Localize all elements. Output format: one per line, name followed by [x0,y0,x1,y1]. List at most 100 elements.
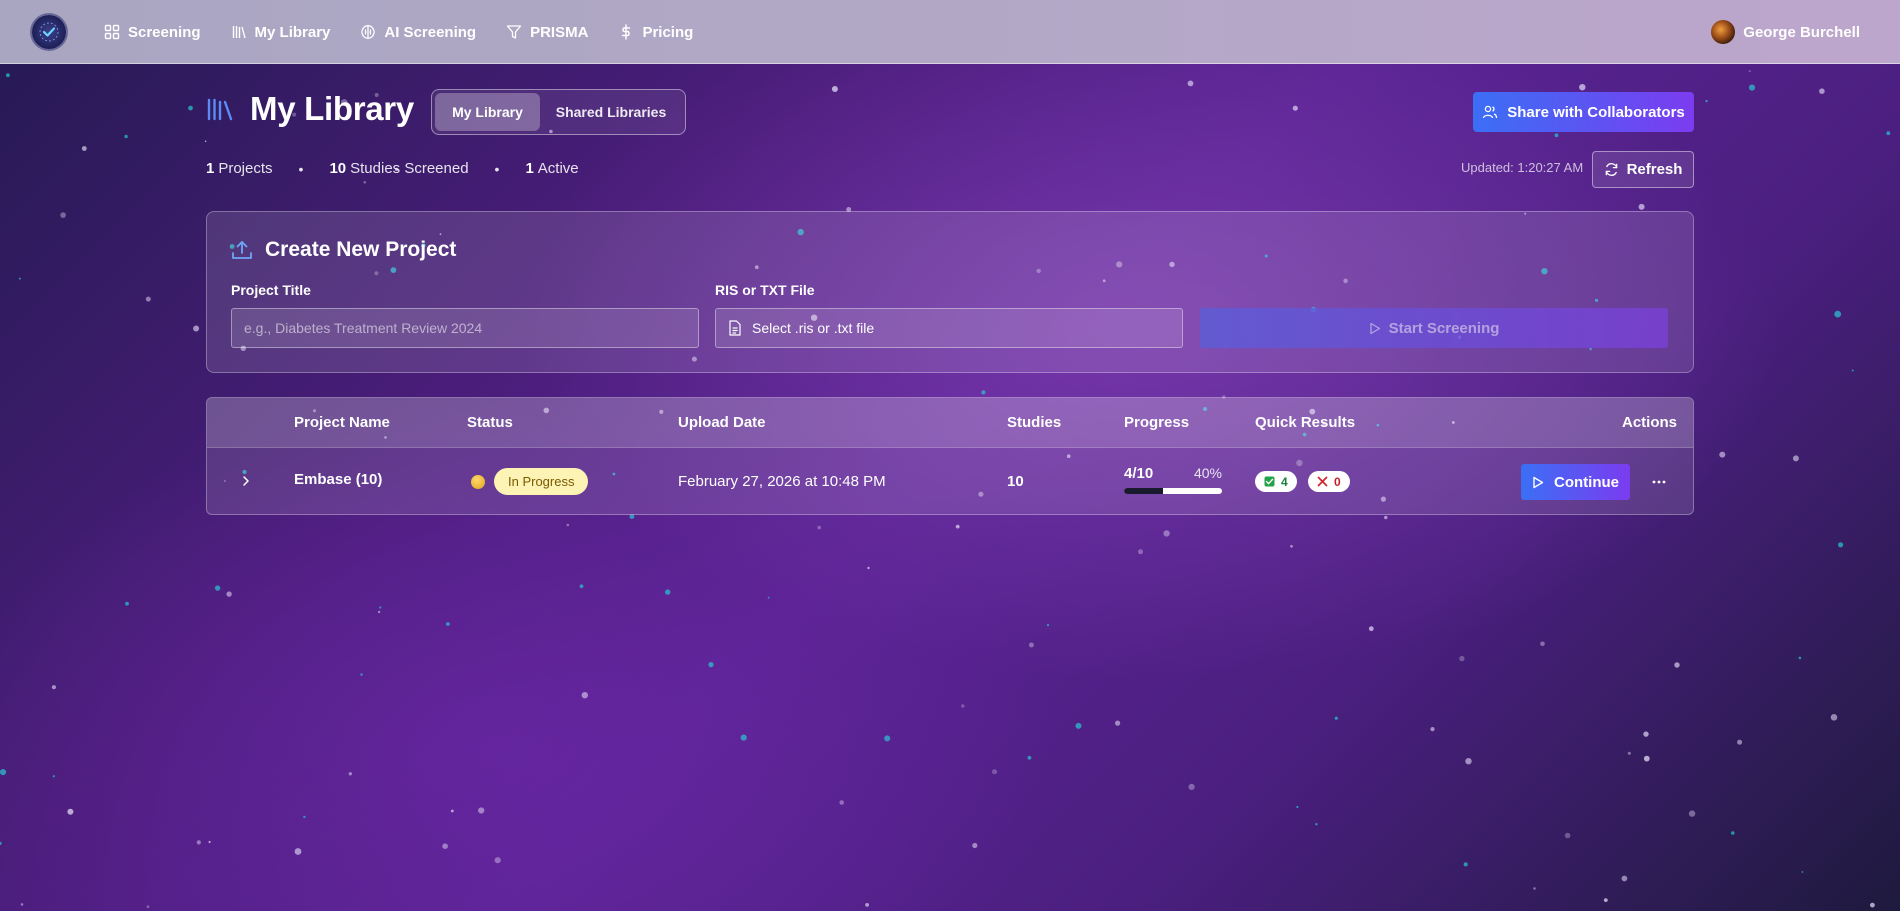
star [955,524,960,529]
status-dot-icon [471,475,485,489]
nav-item-prisma[interactable]: PRISMA [506,24,588,41]
star [740,734,747,741]
column-header: Project Name [294,414,390,431]
user-name: George Burchell [1743,23,1860,41]
star [1564,832,1571,839]
star [981,390,986,395]
star [1463,862,1468,867]
table-header: Project Name Status Upload Date Studies … [207,398,1693,448]
updated-timestamp: Updated: 1:20:27 AM [1461,160,1584,175]
star [494,857,501,864]
star [145,296,151,302]
star [1459,655,1465,662]
more-actions-button[interactable] [1645,468,1673,496]
projects-label: Projects [218,160,273,177]
nav-label: Pricing [642,23,694,41]
star [1792,455,1799,462]
star [1705,99,1708,103]
star [67,808,74,815]
star [566,523,570,527]
library-tabs: My Library Shared Libraries [431,89,686,135]
star [767,596,770,599]
included-count: 4 [1281,474,1288,489]
status-badge: In Progress [494,468,589,495]
nav-item-ai-screening[interactable]: AI Screening [360,24,476,41]
star [1046,624,1050,627]
star [581,692,588,699]
star [0,841,2,845]
star [18,277,21,280]
project-title-input[interactable]: e.g., Diabetes Treatment Review 2024 [231,308,699,348]
page-header: My Library [206,90,414,128]
refresh-label: Refresh [1626,161,1683,178]
logo-check-icon [39,22,59,42]
continue-button[interactable]: Continue [1521,464,1630,500]
active-label: Active [537,160,579,177]
star [294,848,302,855]
separator-dot: • [298,160,304,177]
star [1465,758,1472,765]
progress-fill [1124,488,1164,494]
progress-percent: 40% [1193,465,1222,481]
play-icon [1533,476,1544,488]
star [1138,549,1143,555]
file-select-button[interactable]: Select .ris or .txt file [715,308,1183,348]
nav-label: My Library [254,23,331,41]
start-screening-label: Start Screening [1388,319,1500,337]
nav-item-pricing[interactable]: Pricing [618,24,693,41]
active-count: 1 [525,160,534,177]
star [204,140,207,143]
share-with-collaborators-button[interactable]: Share with Collaborators [1473,92,1694,132]
star [961,704,965,708]
progress-bar [1124,488,1222,494]
filter-icon [506,25,522,39]
excluded-chip: 0 [1308,471,1350,492]
star [1296,805,1299,809]
star [1430,727,1435,732]
project-name[interactable]: Embase (10) [294,471,382,488]
projects-table: Project Name Status Upload Date Studies … [206,397,1694,515]
star [1638,203,1645,210]
upload-icon [232,241,252,259]
user-menu[interactable]: George Burchell [1711,20,1860,44]
star [1886,131,1891,136]
star [125,601,129,606]
star [1292,105,1298,111]
star [1748,84,1756,91]
column-header: Status [467,414,513,431]
tab-my-library[interactable]: My Library [435,93,540,131]
star [1834,310,1842,318]
star [303,815,306,819]
star [348,772,352,776]
star [60,212,66,218]
nav-label: AI Screening [384,23,477,41]
star [839,800,844,805]
create-project-card: Create New Project Project Title e.g., D… [206,211,1694,373]
start-screening-button[interactable]: Start Screening [1200,308,1668,348]
users-icon [1483,105,1498,119]
avatar [1711,20,1736,44]
star [1851,369,1854,372]
progress-count: 4/10 [1124,465,1154,482]
chevron-right-icon[interactable] [239,473,253,489]
star [1819,88,1825,94]
star [1603,898,1608,902]
separator-dot: • [494,160,500,177]
app-logo[interactable] [32,15,66,49]
excluded-count: 0 [1334,474,1341,489]
column-header: Actions [1621,414,1677,431]
tab-shared-libraries[interactable]: Shared Libraries [540,93,682,131]
file-icon [729,320,741,336]
nav-item-screening[interactable]: Screening [104,24,201,41]
star [196,840,201,845]
top-navbar: Screening My Library AI Screening PRISMA… [0,0,1900,64]
star [1533,887,1536,890]
star [1627,751,1631,755]
upload-date: February 27, 2026 at 10:48 PM [678,473,886,490]
table-row[interactable]: Embase (10) In Progress February 27, 202… [207,448,1693,514]
page-title: My Library [250,90,414,127]
included-chip: 4 [1255,471,1297,492]
nav-item-my-library[interactable]: My Library [231,23,331,41]
studies-count: 10 [1007,473,1024,490]
refresh-button[interactable]: Refresh [1592,151,1694,188]
